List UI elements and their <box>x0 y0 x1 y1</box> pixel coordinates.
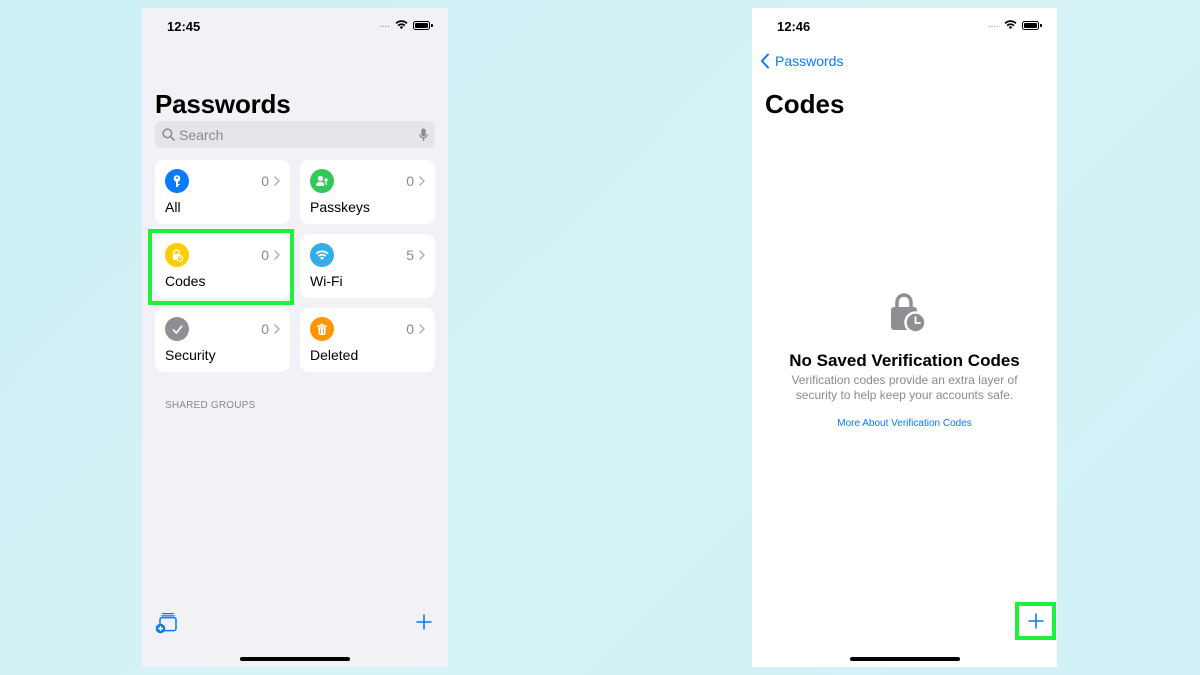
status-bar: 12:45 .... <box>142 8 448 48</box>
status-icons: .... <box>987 19 1042 30</box>
home-indicator <box>240 657 350 661</box>
chevron-right-icon <box>274 324 280 334</box>
add-password-button[interactable] <box>416 614 432 630</box>
battery-icon <box>413 20 433 30</box>
tile-security[interactable]: 0 Security <box>155 308 290 372</box>
signal-icon: .... <box>987 19 999 30</box>
tile-deleted[interactable]: 0 Deleted <box>300 308 435 372</box>
more-about-verification-codes-link[interactable]: More About Verification Codes <box>752 418 1057 429</box>
tile-count: 5 <box>406 247 414 263</box>
chevron-right-icon <box>419 324 425 334</box>
passwords-screen: 12:45 .... Passwords Search 0 All 0 Pass… <box>142 8 448 667</box>
tile-count: 0 <box>261 321 269 337</box>
microphone-icon[interactable] <box>419 128 428 142</box>
signal-icon: .... <box>378 19 390 30</box>
chevron-right-icon <box>419 176 425 186</box>
plus-icon <box>1027 613 1044 629</box>
back-label: Passwords <box>775 53 844 69</box>
tile-count: 0 <box>261 173 269 189</box>
chevron-right-icon <box>419 250 425 260</box>
search-icon <box>162 128 175 141</box>
lock-clock-icon <box>891 293 927 334</box>
wifi-status-icon <box>1004 20 1017 30</box>
empty-state-title: No Saved Verification Codes <box>789 351 1020 370</box>
passkey-person-icon <box>310 169 334 193</box>
new-group-icon[interactable] <box>155 612 179 634</box>
tile-label: Wi-Fi <box>310 273 343 289</box>
section-header-shared-groups: SHARED GROUPS <box>165 400 256 411</box>
status-bar: 12:46 .... <box>752 8 1057 48</box>
tile-label: All <box>165 199 181 215</box>
page-title: Codes <box>765 89 845 119</box>
tile-label: Security <box>165 347 216 363</box>
tile-wifi[interactable]: 5 Wi-Fi <box>300 234 435 298</box>
add-code-button[interactable] <box>1015 602 1056 640</box>
chevron-right-icon <box>274 176 280 186</box>
empty-state-description: Verification codes provide an extra laye… <box>791 373 1018 402</box>
back-button[interactable]: Passwords <box>760 53 843 69</box>
battery-icon <box>1022 20 1042 30</box>
tile-count: 0 <box>406 321 414 337</box>
search-input[interactable]: Search <box>155 121 435 148</box>
tile-count: 0 <box>406 173 414 189</box>
key-icon <box>165 169 189 193</box>
status-time: 12:45 <box>167 19 201 34</box>
wifi-icon <box>310 243 334 267</box>
trash-icon <box>310 317 334 341</box>
chevron-left-icon <box>761 53 769 69</box>
tile-label: Deleted <box>310 347 359 363</box>
tile-passkeys[interactable]: 0 Passkeys <box>300 160 435 224</box>
tile-label: Passkeys <box>310 199 370 215</box>
home-indicator <box>849 657 960 661</box>
search-placeholder: Search <box>179 126 224 143</box>
wifi-status-icon <box>395 20 408 30</box>
codes-screen: 12:46 .... Passwords Codes No Saved Veri… <box>752 8 1057 667</box>
codes-highlight-box <box>148 229 294 305</box>
checkmark-icon <box>165 317 189 341</box>
status-time: 12:46 <box>777 19 811 34</box>
tile-all[interactable]: 0 All <box>155 160 290 224</box>
page-title: Passwords <box>155 89 291 119</box>
status-icons: .... <box>378 19 433 30</box>
